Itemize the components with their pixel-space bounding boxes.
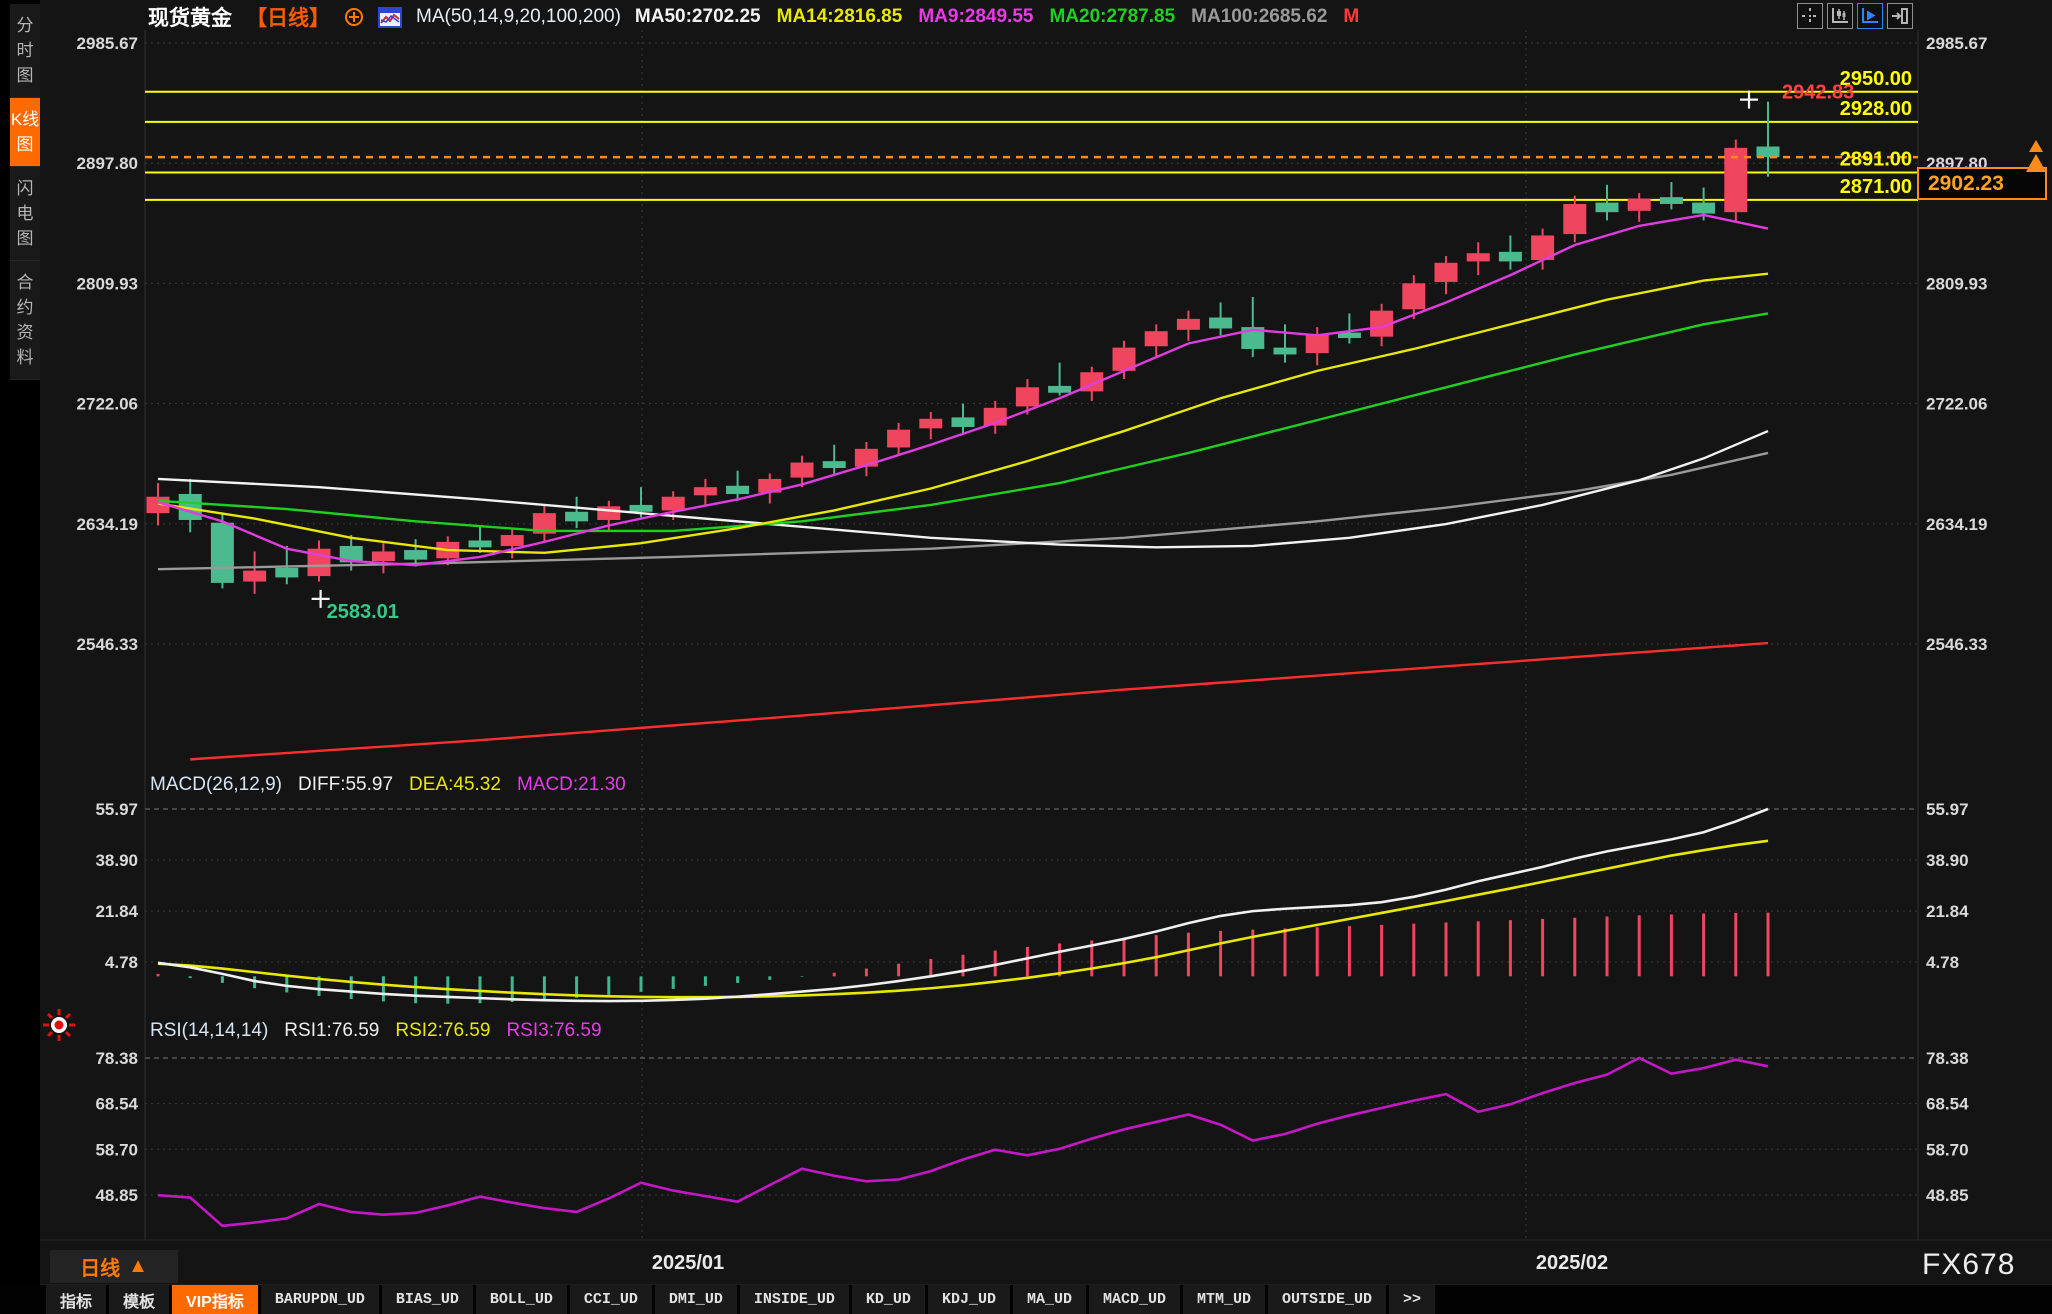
chart-canvas[interactable]: 2985.672985.672897.802897.802809.932809.… [0,0,2052,1314]
ma-value: MA100:2685.62 [1191,6,1327,28]
indicator-tab-[interactable]: 模板 [109,1285,169,1314]
ma-value: MA20:2787.85 [1049,6,1175,28]
svg-text:55.97: 55.97 [1926,800,1969,819]
svg-text:2722.06: 2722.06 [77,395,138,414]
svg-text:21.84: 21.84 [1926,902,1969,921]
live-indicator-icon [42,1008,76,1047]
svg-text:2546.33: 2546.33 [77,635,138,654]
app-root: 2985.672985.672897.802897.802809.932809.… [0,0,2052,1314]
chart-header: 现货黄金 【日线】 MA(50,14,9,20,100,200) MA50:27… [148,3,1359,31]
svg-text:48.85: 48.85 [95,1186,138,1205]
rsi2-value: RSI2:76.59 [395,1020,490,1042]
macd-dea-value: DEA:45.32 [409,774,501,796]
indicator-tab-biasud[interactable]: BIAS_UD [382,1285,473,1314]
svg-text:78.38: 78.38 [95,1049,138,1068]
indicator-tab-kdud[interactable]: KD_UD [852,1285,925,1314]
indicator-tab-cciud[interactable]: CCI_UD [570,1285,652,1314]
toolbar [1797,3,1913,29]
ma-value: MA14:2816.85 [777,6,903,28]
svg-text:38.90: 38.90 [1926,851,1969,870]
symbol-name: 现货黄金 [148,2,232,32]
svg-text:2634.19: 2634.19 [77,515,138,534]
indicator-tab-[interactable]: 指标 [46,1285,106,1314]
svg-text:2985.67: 2985.67 [77,34,138,53]
scroll-latest-button[interactable] [2022,134,2050,181]
svg-text:2809.93: 2809.93 [77,274,138,293]
indicator-tab-maud[interactable]: MA_UD [1013,1285,1086,1314]
svg-text:2985.67: 2985.67 [1926,34,1987,53]
svg-text:58.70: 58.70 [95,1140,138,1159]
svg-text:55.97: 55.97 [95,800,138,819]
time-axis-label: 2025/02 [1536,1252,1608,1275]
rsi3-value: RSI3:76.59 [506,1020,601,1042]
svg-text:68.54: 68.54 [95,1095,138,1114]
time-axis-label: 2025/01 [652,1252,724,1275]
indicator-tab-bollud[interactable]: BOLL_UD [476,1285,567,1314]
brand-watermark: FX678 [1922,1248,2015,1282]
indicator-tab-insideud[interactable]: INSIDE_UD [740,1285,849,1314]
period-label: 日线 [80,1252,120,1281]
sidebar-tab-4[interactable]: 合约资料 [10,261,40,380]
candle-axis-button[interactable] [1827,3,1853,29]
macd-header: MACD(26,12,9) DIFF:55.97 DEA:45.32 MACD:… [150,774,626,796]
svg-text:2942.83: 2942.83 [1782,82,1854,104]
ma-settings: MA(50,14,9,20,100,200) [416,6,621,28]
svg-text:68.54: 68.54 [1926,1095,1969,1114]
indicator-tab-vip[interactable]: VIP指标 [172,1285,258,1314]
svg-text:2722.06: 2722.06 [1926,395,1987,414]
indicator-tab-kdjud[interactable]: KDJ_UD [928,1285,1010,1314]
macd-title: MACD(26,12,9) [150,774,282,796]
rsi-header: RSI(14,14,14) RSI1:76.59 RSI2:76.59 RSI3… [150,1020,602,1042]
svg-text:4.78: 4.78 [1926,953,1959,972]
rsi1-value: RSI1:76.59 [284,1020,379,1042]
indicator-tab-outsideud[interactable]: OUTSIDE_UD [1268,1285,1386,1314]
svg-text:78.38: 78.38 [1926,1049,1969,1068]
svg-text:58.70: 58.70 [1926,1140,1969,1159]
svg-text:2546.33: 2546.33 [1926,635,1987,654]
svg-text:48.85: 48.85 [1926,1186,1969,1205]
rsi-title: RSI(14,14,14) [150,1020,268,1042]
indicator-tab-barupdnud[interactable]: BARUPDN_UD [261,1285,379,1314]
exit-axis-button[interactable] [1887,3,1913,29]
period-tag: 【日线】 [246,2,330,32]
sidebar-tab-1[interactable]: 分时图 [10,4,40,98]
ma-value: MA9:2849.55 [918,6,1033,28]
period-selector[interactable]: 日线 ▲ [50,1250,178,1283]
ma-value: M [1343,6,1359,28]
plus-circle-icon[interactable] [344,7,364,27]
indicator-tab-dmiud[interactable]: DMI_UD [655,1285,737,1314]
svg-text:2809.93: 2809.93 [1926,274,1987,293]
svg-text:38.90: 38.90 [95,851,138,870]
sidebar: 分时图K线图闪电图合约资料 [0,0,40,1314]
ma-value: MA50:2702.25 [635,6,761,28]
svg-text:2634.19: 2634.19 [1926,515,1987,534]
indicator-tab-bar: 指标模板VIP指标BARUPDN_UDBIAS_UDBOLL_UDCCI_UDD… [0,1285,2052,1314]
indicator-tab-mtmud[interactable]: MTM_UD [1183,1285,1265,1314]
sidebar-tab-2[interactable]: K线图 [10,98,40,167]
ma-values: MA50:2702.25 MA14:2816.85 MA9:2849.55 MA20:… [635,6,1359,28]
sidebar-tab-3[interactable]: 闪电图 [10,167,40,261]
svg-text:2897.80: 2897.80 [77,154,138,173]
svg-text:2871.00: 2871.00 [1840,176,1912,198]
indicator-tab-[interactable]: >> [1389,1285,1435,1314]
macd-macd-value: MACD:21.30 [517,774,626,796]
svg-text:2583.01: 2583.01 [327,601,399,623]
play-axis-button[interactable] [1857,3,1883,29]
pan-tool-button[interactable] [1797,3,1823,29]
svg-text:4.78: 4.78 [105,953,138,972]
macd-diff-value: DIFF:55.97 [298,774,393,796]
period-up-arrow-icon: ▲ [128,1255,148,1278]
indicator-tab-macdud[interactable]: MACD_UD [1089,1285,1180,1314]
svg-text:21.84: 21.84 [95,902,138,921]
chart-thumbnail-icon[interactable] [378,7,402,28]
svg-text:2891.00: 2891.00 [1840,149,1912,171]
